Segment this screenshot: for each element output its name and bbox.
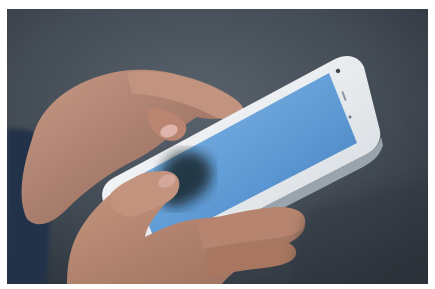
front-camera-icon [335,68,341,74]
photo [7,9,428,284]
smartphone-in-hands-illustration [7,9,428,284]
sensor-dot [348,115,352,119]
image-frame [0,0,435,289]
